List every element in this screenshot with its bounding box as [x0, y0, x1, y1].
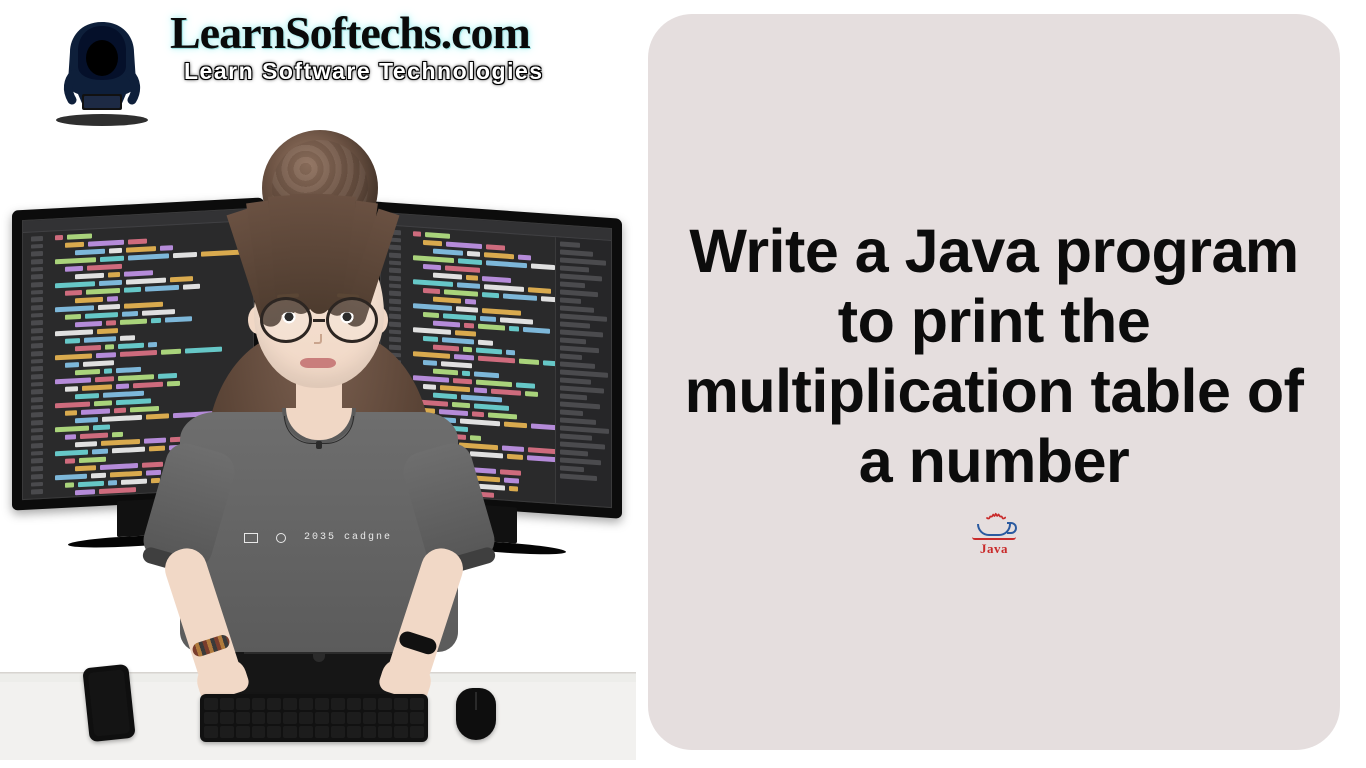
- tshirt-print: 2035 cadgne: [244, 532, 392, 543]
- java-logo-label: Java: [980, 541, 1008, 557]
- brand-tagline: Learn Software Technologies: [170, 58, 602, 85]
- brand-bar: LearnSoftechs.com Learn Software Technol…: [42, 8, 602, 128]
- keyboard-icon: [200, 694, 428, 742]
- hoodie-coder-icon: [42, 8, 162, 128]
- java-logo-icon: ෴ Java: [961, 506, 1027, 560]
- developer-illustration: 2035 cadgne: [168, 136, 468, 752]
- smartphone-icon: [82, 664, 135, 742]
- title-card: Write a Java program to print the multip…: [648, 14, 1340, 750]
- mouse-icon: [456, 688, 496, 740]
- illustration-scene: 2035 cadgne: [0, 130, 636, 760]
- brand-name: LearnSoftechs.com: [170, 10, 602, 56]
- card-headline: Write a Java program to print the multip…: [672, 216, 1316, 497]
